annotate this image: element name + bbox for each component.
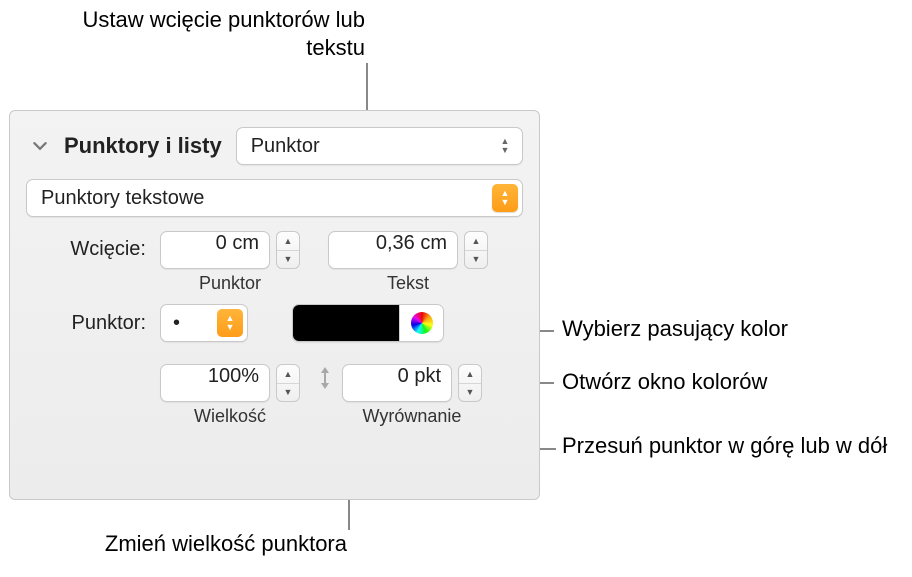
align-col: 0 pkt ▲▼ Wyrównanie bbox=[342, 364, 482, 427]
size-align-row: 100% ▲▼ Wielkość 0 pkt ▲▼ Wyrównanie bbox=[26, 364, 523, 427]
color-swatch[interactable] bbox=[293, 305, 399, 341]
bullet-type-row: Punktory tekstowe ▲▼ bbox=[26, 179, 523, 217]
stepper-buttons[interactable]: ▲▼ bbox=[464, 231, 488, 269]
indent-text-value[interactable]: 0,36 cm bbox=[328, 231, 458, 269]
callout-indent-label: Ustaw wcięcie punktorów lub tekstu bbox=[60, 6, 365, 61]
indent-text-col: 0,36 cm ▲▼ Tekst bbox=[328, 231, 488, 294]
callout-color-match-label: Wybierz pasujący kolor bbox=[562, 315, 788, 343]
stepper-buttons[interactable]: ▲▼ bbox=[458, 364, 482, 402]
size-value[interactable]: 100% bbox=[160, 364, 270, 402]
list-style-select[interactable]: Punktor ▲▼ bbox=[236, 127, 523, 165]
indent-text-sublabel: Tekst bbox=[387, 273, 429, 294]
color-wheel-icon bbox=[411, 312, 433, 334]
stepper-buttons[interactable]: ▲▼ bbox=[276, 231, 300, 269]
bullet-char-value: • bbox=[173, 312, 180, 335]
align-value[interactable]: 0 pkt bbox=[342, 364, 452, 402]
callout-color-window-label: Otwórz okno kolorów bbox=[562, 368, 767, 396]
indent-bullet-stepper[interactable]: 0 cm ▲▼ bbox=[160, 231, 300, 269]
size-col: 100% ▲▼ Wielkość bbox=[160, 364, 300, 427]
bullet-char-row: Punktor: • ▲▼ bbox=[26, 304, 523, 342]
bullets-lists-panel: Punktory i listy Punktor ▲▼ Punktory tek… bbox=[9, 110, 540, 500]
bullet-color-well bbox=[292, 304, 444, 342]
list-style-value: Punktor bbox=[251, 135, 320, 158]
vertical-align-icon bbox=[314, 364, 336, 392]
color-picker-button[interactable] bbox=[399, 305, 443, 341]
bullet-type-select[interactable]: Punktory tekstowe ▲▼ bbox=[26, 179, 523, 217]
size-sublabel: Wielkość bbox=[194, 406, 266, 427]
stepper-buttons[interactable]: ▲▼ bbox=[276, 364, 300, 402]
section-title: Punktory i listy bbox=[64, 133, 222, 159]
updown-chevron-icon: ▲▼ bbox=[492, 132, 518, 160]
indent-bullet-sublabel: Punktor bbox=[199, 273, 261, 294]
updown-chevron-icon: ▲▼ bbox=[217, 309, 243, 337]
bullet-type-value: Punktory tekstowe bbox=[41, 187, 204, 210]
disclosure-chevron-icon[interactable] bbox=[26, 134, 54, 158]
indent-label: Wcięcie: bbox=[26, 231, 146, 261]
callout-size-label: Zmień wielkość punktora bbox=[12, 530, 347, 558]
updown-chevron-icon: ▲▼ bbox=[492, 184, 518, 212]
panel-header-row: Punktory i listy Punktor ▲▼ bbox=[26, 127, 523, 165]
indent-bullet-value[interactable]: 0 cm bbox=[160, 231, 270, 269]
bullet-char-select[interactable]: • ▲▼ bbox=[160, 304, 248, 342]
align-sublabel: Wyrównanie bbox=[363, 406, 462, 427]
indent-bullet-col: 0 cm ▲▼ Punktor bbox=[160, 231, 300, 294]
bullet-char-label: Punktor: bbox=[26, 312, 146, 335]
size-stepper[interactable]: 100% ▲▼ bbox=[160, 364, 300, 402]
callout-move-bullet-label: Przesuń punktor w górę lub w dół bbox=[562, 432, 887, 460]
indent-row: Wcięcie: 0 cm ▲▼ Punktor 0,36 cm ▲▼ Teks… bbox=[26, 231, 523, 294]
indent-text-stepper[interactable]: 0,36 cm ▲▼ bbox=[328, 231, 488, 269]
align-stepper[interactable]: 0 pkt ▲▼ bbox=[342, 364, 482, 402]
